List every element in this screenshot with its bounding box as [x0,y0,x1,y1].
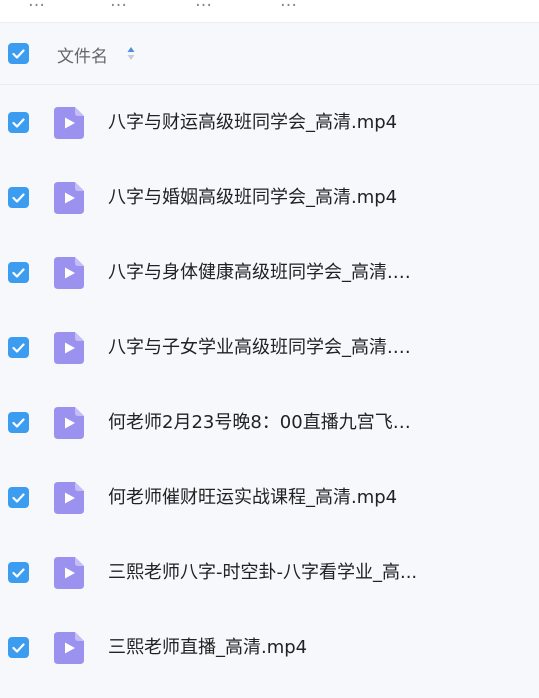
checkmark-icon [12,267,25,278]
video-file-icon [54,482,84,514]
video-file-icon [54,332,84,364]
video-file-icon [54,257,84,289]
checkmark-icon [12,192,25,203]
breadcrumb-item[interactable]: … [110,0,127,11]
video-file-icon [54,407,84,439]
breadcrumb-item[interactable]: … [28,0,45,11]
file-row[interactable]: 何老师催财旺运实战课程_高清.mp4 [0,460,539,535]
video-file-icon [54,632,84,664]
file-name[interactable]: 何老师2月23号晚8：00直播九宫飞星... [108,412,424,434]
checkmark-icon [12,48,25,59]
row-checkbox[interactable] [8,412,29,433]
sort-icon[interactable] [126,43,136,65]
checkmark-icon [12,117,25,128]
row-checkbox[interactable] [8,637,29,658]
row-checkbox[interactable] [8,562,29,583]
file-name[interactable]: 三熙老师直播_高清.mp4 [108,637,424,659]
file-name[interactable]: 八字与财运高级班同学会_高清.mp4 [108,112,424,134]
file-list: 八字与财运高级班同学会_高清.mp4 八字与婚姻高级班同学会_高清.mp4 八字… [0,85,539,685]
file-row[interactable]: 八字与身体健康高级班同学会_高清.m... [0,235,539,310]
row-checkbox[interactable] [8,262,29,283]
video-file-icon [54,107,84,139]
checkmark-icon [12,417,25,428]
file-name[interactable]: 三熙老师八字-时空卦-八字看学业_高... [108,562,424,584]
row-checkbox[interactable] [8,112,29,133]
video-file-icon [54,182,84,214]
row-checkbox[interactable] [8,487,29,508]
list-header: 文件名 [0,23,539,85]
file-name[interactable]: 八字与身体健康高级班同学会_高清.m... [108,262,424,284]
file-row[interactable]: 三熙老师八字-时空卦-八字看学业_高... [0,535,539,610]
select-all-checkbox[interactable] [8,43,29,64]
filename-column-header[interactable]: 文件名 [57,42,108,67]
checkmark-icon [12,342,25,353]
file-row[interactable]: 八字与子女学业高级班同学会_高清.m... [0,310,539,385]
checkmark-icon [12,492,25,503]
file-row[interactable]: 三熙老师直播_高清.mp4 [0,610,539,685]
file-row[interactable]: 何老师2月23号晚8：00直播九宫飞星... [0,385,539,460]
row-checkbox[interactable] [8,337,29,358]
video-file-icon [54,557,84,589]
file-name[interactable]: 何老师催财旺运实战课程_高清.mp4 [108,487,424,509]
breadcrumb: … … … … [0,0,539,23]
checkmark-icon [12,567,25,578]
file-row[interactable]: 八字与财运高级班同学会_高清.mp4 [0,85,539,160]
row-checkbox[interactable] [8,187,29,208]
file-row[interactable]: 八字与婚姻高级班同学会_高清.mp4 [0,160,539,235]
file-name[interactable]: 八字与子女学业高级班同学会_高清.m... [108,337,424,359]
breadcrumb-item[interactable]: … [280,0,297,11]
file-name[interactable]: 八字与婚姻高级班同学会_高清.mp4 [108,187,424,209]
breadcrumb-item[interactable]: … [195,0,212,11]
checkmark-icon [12,642,25,653]
